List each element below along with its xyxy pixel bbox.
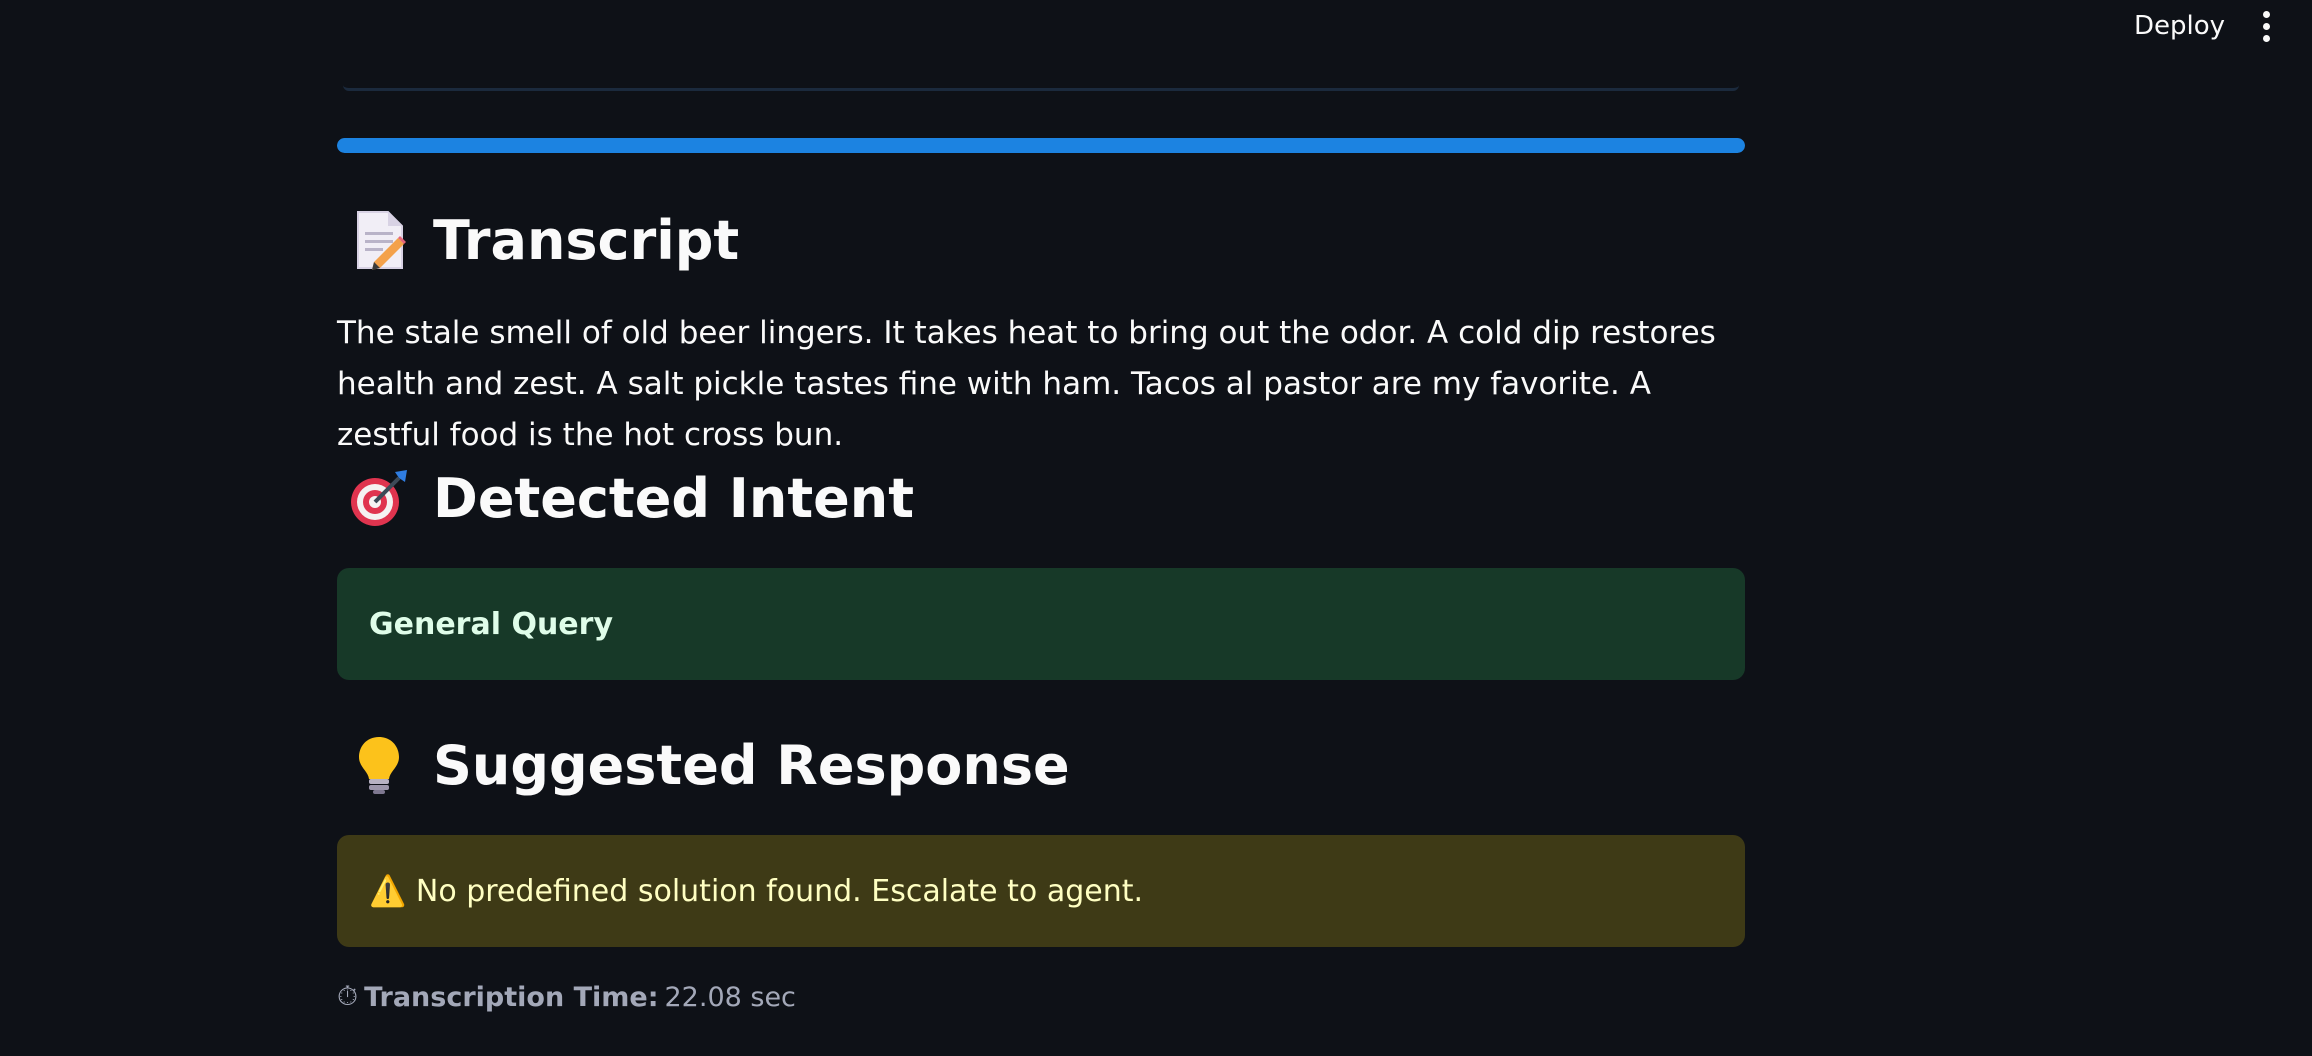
previous-container-border [343,84,1739,91]
intent-heading: Detected Intent [337,466,914,530]
target-icon [337,466,411,530]
transcription-time: ⏱ Transcription Time: 22.08 sec [337,981,796,1013]
response-heading-text: Suggested Response [433,733,1070,797]
response-result-box: ⚠️ No predefined solution found. Escalat… [337,835,1745,947]
transcription-time-label: Transcription Time: [364,981,659,1013]
progress-bar [337,138,1745,153]
more-vert-icon[interactable] [2248,8,2284,44]
deploy-button[interactable]: Deploy [2118,8,2241,44]
intent-heading-text: Detected Intent [433,466,915,530]
response-heading: Suggested Response [337,733,1070,797]
intent-result-box: General Query [337,568,1745,680]
app-toolbar: Deploy [0,0,2312,52]
transcript-heading-text: Transcript [433,208,740,272]
transcript-heading: Transcript [337,208,739,272]
intent-value: General Query [369,606,613,642]
response-value: ⚠️ No predefined solution found. Escalat… [369,873,1144,909]
progress-bar-fill [337,138,1745,153]
memo-icon [337,208,411,272]
transcription-time-value: 22.08 sec [664,981,796,1013]
lightbulb-icon [337,733,411,797]
stopwatch-icon: ⏱ [337,981,359,1012]
transcript-text: The stale smell of old beer lingers. It … [337,315,1716,453]
